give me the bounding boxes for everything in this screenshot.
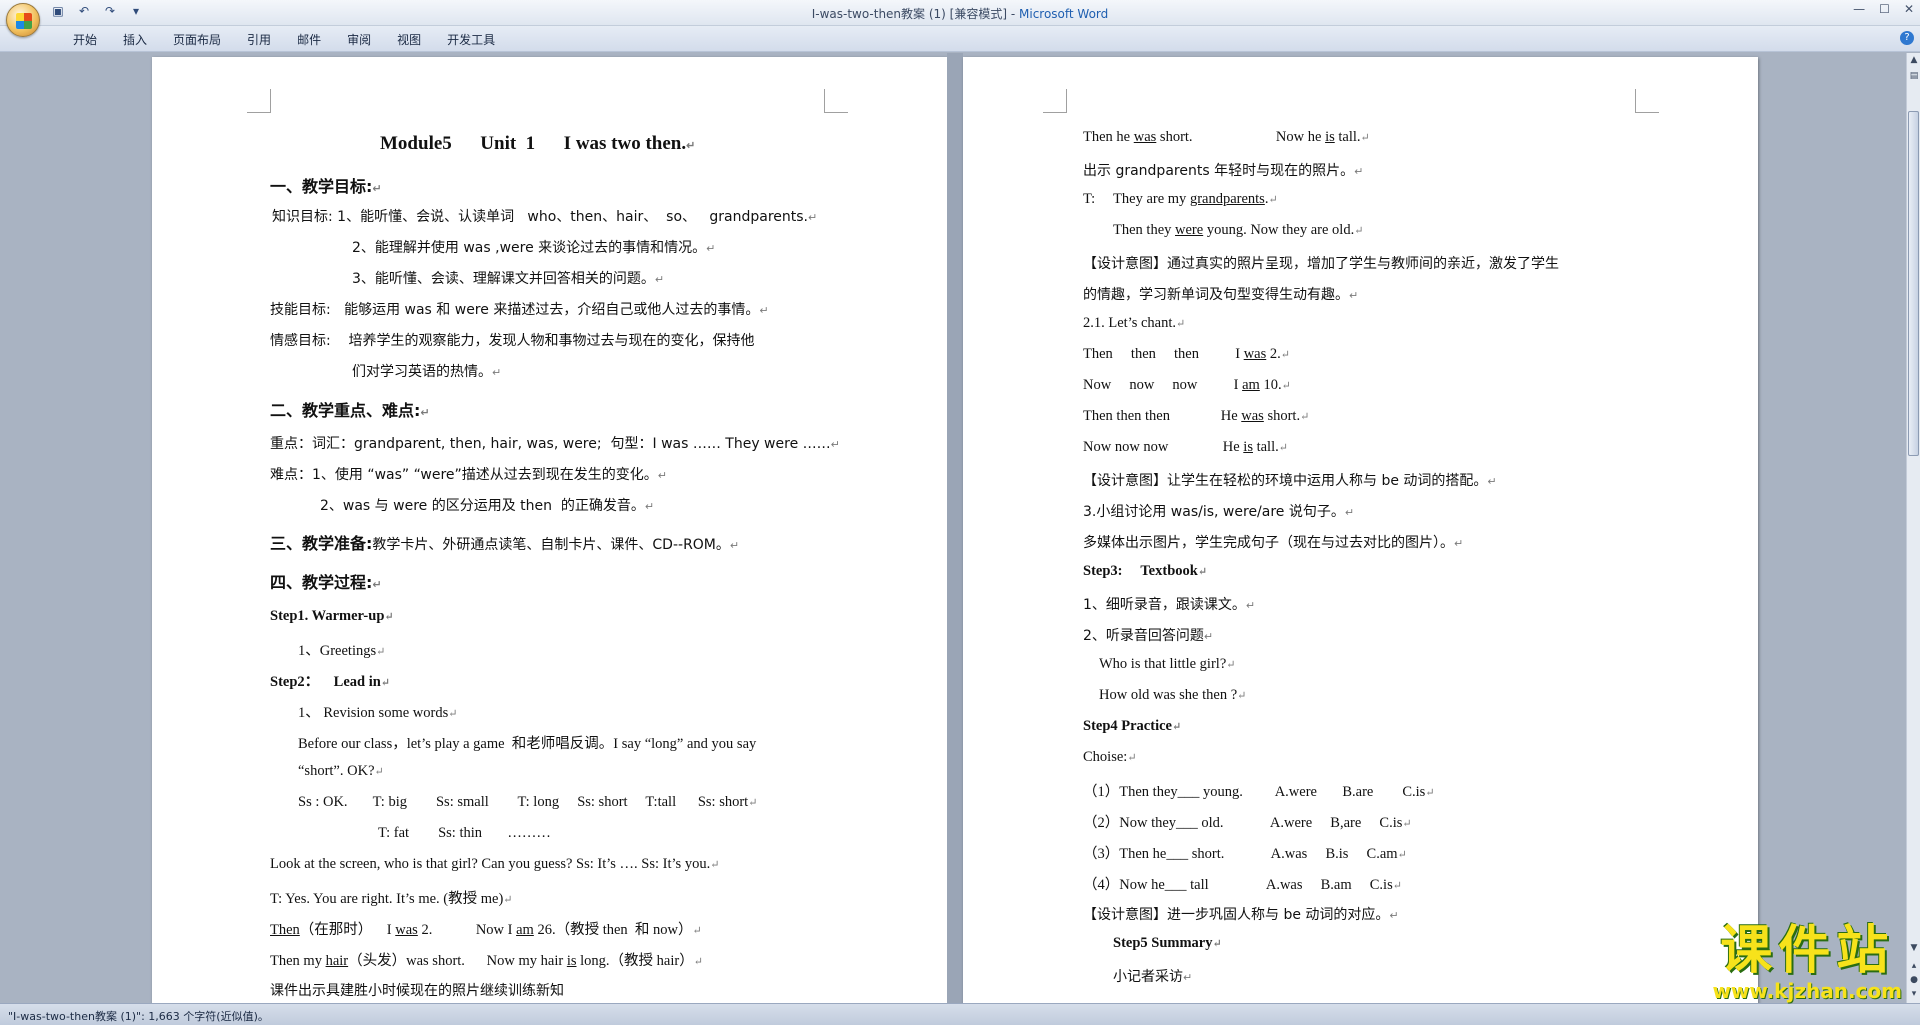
- tab-page-layout[interactable]: 页面布局: [160, 31, 234, 48]
- word-count-status[interactable]: "I-was-two-then教案 (1)": 1,663 个字符(近似值)。: [8, 1008, 269, 1024]
- heading-procedure: 四、教学过程:↵: [270, 573, 382, 592]
- text-line: Who is that little girl?↵: [1099, 656, 1236, 672]
- document-name: I-was-two-then教案 (1) [兼容模式] -: [811, 7, 1019, 21]
- ribbon-tab-bar: 开始 插入 页面布局 引用 邮件 审阅 视图 开发工具 ?: [0, 26, 1920, 52]
- watermark-url: www.kjzhan.com: [1712, 979, 1902, 1003]
- text-line: 1、Greetings↵: [298, 643, 386, 659]
- text-line: 小记者采访↵: [1113, 969, 1193, 985]
- close-icon[interactable]: ✕: [1904, 2, 1914, 16]
- text-line: 重点：词汇：grandparent, then, hair, was, were…: [270, 436, 840, 452]
- text-line: T: They are my grandparents.↵: [1083, 191, 1278, 207]
- step-heading: Step5 Summary↵: [1113, 935, 1222, 951]
- watermark-logo: 课件站 www.kjzhan.com: [1712, 923, 1902, 1003]
- heading-key-points: 二、教学重点、难点:↵: [270, 401, 430, 420]
- step-heading: Step4 Practice↵: [1083, 718, 1182, 734]
- tab-mailings[interactable]: 邮件: [284, 31, 334, 48]
- vertical-scrollbar[interactable]: ▲ ▤ ▼ ▴ ● ▾: [1906, 53, 1920, 1003]
- text-line: Then my hair（头发）was short. Now my hair i…: [270, 953, 703, 969]
- crop-mark: [824, 89, 848, 113]
- text-line: 课件出示具建胜小时候现在的照片继续训练新知: [270, 983, 564, 999]
- text-line: Then（在那时） I was 2. Now I am 26.（教授 then …: [270, 922, 702, 938]
- text-line: 难点：1、使用 “was” “were”描述从过去到现在发生的变化。↵: [270, 467, 667, 483]
- text-line: 们对学习英语的热情。↵: [352, 364, 502, 380]
- text-line: 2.1. Let’s chant.↵: [1083, 315, 1186, 331]
- design-intent: 【设计意图】让学生在轻松的环境中运用人称与 be 动词的搭配。↵: [1083, 473, 1497, 489]
- text-line: 三、教学准备:教学卡片、外研通点读笔、自制卡片、课件、CD--ROM。↵: [270, 534, 740, 553]
- title-bar: ▣ ↶ ↷ ▾ I-was-two-then教案 (1) [兼容模式] - Mi…: [0, 0, 1920, 37]
- text-line: Then they were young. Now they are old.↵: [1113, 222, 1364, 238]
- text-line: 情感目标: 培养学生的观察能力，发现人物和事物过去与现在的变化，保持他: [270, 333, 755, 349]
- exercise-line: （4）Now he___ tall A.was B.am C.is↵: [1083, 877, 1402, 893]
- text-line: 2、听录音回答问题↵: [1083, 628, 1214, 644]
- heading-objectives: 一、教学目标:↵: [270, 177, 382, 196]
- tab-view[interactable]: 视图: [384, 31, 434, 48]
- text-line: 2、was 与 were 的区分运用及 then 的正确发音。↵: [320, 498, 655, 514]
- text-line: 多媒体出示图片，学生完成句子（现在与过去对比的图片）。↵: [1083, 535, 1464, 551]
- exercise-line: （1）Then they___ young. A.were B.are C.is…: [1083, 784, 1435, 800]
- browse-object-icon[interactable]: ●: [1907, 973, 1920, 987]
- exercise-line: （2）Now they___ old. A.were B,are C.is↵: [1083, 815, 1412, 831]
- scroll-thumb[interactable]: [1908, 111, 1919, 456]
- document-page-right[interactable]: Then he was short. Now he is tall.↵ 出示 g…: [963, 57, 1758, 1003]
- next-page-icon[interactable]: ▾: [1907, 987, 1920, 1001]
- chant-line: Then then then He was short.↵: [1083, 408, 1310, 424]
- text-line: 知识目标: 1、能听懂、会说、认读单词 who、then、hair、 so、 g…: [272, 209, 818, 225]
- tab-insert[interactable]: 插入: [110, 31, 160, 48]
- status-bar: "I-was-two-then教案 (1)": 1,663 个字符(近似值)。: [0, 1003, 1920, 1025]
- design-intent: 【设计意图】通过真实的照片呈现，增加了学生与教师间的亲近，激发了学生: [1083, 256, 1559, 272]
- chant-line: Now now now I am 10.↵: [1083, 377, 1291, 393]
- text-line: 出示 grandparents 年轻时与现在的照片。↵: [1083, 163, 1364, 179]
- prev-page-icon[interactable]: ▴: [1907, 959, 1920, 973]
- tab-home[interactable]: 开始: [60, 31, 110, 48]
- ruler-toggle-icon[interactable]: ▤: [1907, 69, 1920, 83]
- scroll-up-icon[interactable]: ▲: [1907, 53, 1920, 67]
- design-intent: 【设计意图】进一步巩固人称与 be 动词的对应。↵: [1083, 907, 1399, 923]
- text-line: 的情趣，学习新单词及句型变得生动有趣。↵: [1083, 287, 1359, 303]
- window-controls: — ☐ ✕: [1853, 2, 1914, 16]
- text-line: How old was she then ?↵: [1099, 687, 1247, 703]
- app-name: Microsoft Word: [1019, 7, 1109, 21]
- minimize-icon[interactable]: —: [1853, 2, 1865, 16]
- watermark-text: 课件站: [1720, 921, 1895, 981]
- tab-review[interactable]: 审阅: [334, 31, 384, 48]
- tab-developer[interactable]: 开发工具: [434, 31, 508, 48]
- heading-preparation: 三、教学准备:: [270, 534, 373, 553]
- exercise-line: （3）Then he___ short. A.was B.is C.am↵: [1083, 846, 1407, 862]
- text-line: Look at the screen, who is that girl? Ca…: [270, 856, 720, 872]
- scroll-down-icon[interactable]: ▼: [1907, 941, 1920, 955]
- crop-mark: [1043, 89, 1067, 113]
- text-line: Choise:↵: [1083, 749, 1137, 765]
- step-heading: Step3: Textbook↵: [1083, 563, 1208, 579]
- text-line: T: Yes. You are right. It’s me. (教授 me)↵: [270, 891, 513, 907]
- chant-line: Then then then I was 2.↵: [1083, 346, 1290, 362]
- office-button[interactable]: [6, 3, 40, 37]
- text-line: Ss : OK. T: big Ss: small T: long Ss: sh…: [298, 794, 758, 810]
- text-line: “short”. OK?↵: [298, 763, 384, 779]
- text-line: 2、能理解并使用 was ,were 来谈论过去的事情和情况。↵: [352, 240, 716, 256]
- text-line: Then he was short. Now he is tall.↵: [1083, 129, 1370, 145]
- text-line: 3.小组讨论用 was/is, were/are 说句子。↵: [1083, 504, 1355, 520]
- tab-references[interactable]: 引用: [234, 31, 284, 48]
- document-workspace: Module5 Unit 1 I was two then.↵ 一、教学目标:↵…: [0, 53, 1906, 1003]
- text-line: 1、细听录音，跟读课文。↵: [1083, 597, 1256, 613]
- help-icon[interactable]: ?: [1900, 31, 1914, 45]
- window-title: I-was-two-then教案 (1) [兼容模式] - Microsoft …: [0, 5, 1920, 22]
- step-heading: Step1. Warmer-up↵: [270, 608, 394, 624]
- crop-mark: [247, 89, 271, 113]
- text-line: 3、能听懂、会读、理解课文并回答相关的问题。↵: [352, 271, 665, 287]
- text-line: 1、 Revision some words↵: [298, 705, 458, 721]
- page-divider: [947, 53, 963, 1003]
- crop-mark: [1635, 89, 1659, 113]
- text-line: T: fat Ss: thin ………: [378, 825, 551, 841]
- chant-line: Now now now He is tall.↵: [1083, 439, 1288, 455]
- document-page-left[interactable]: Module5 Unit 1 I was two then.↵ 一、教学目标:↵…: [152, 57, 947, 1003]
- document-title: Module5 Unit 1 I was two then.↵: [380, 133, 696, 154]
- text-line: Before our class，let’s play a game 和老师唱反…: [298, 736, 757, 752]
- text-line: 技能目标: 能够运用 was 和 were 来描述过去，介绍自己或他人过去的事情…: [270, 302, 769, 318]
- maximize-icon[interactable]: ☐: [1879, 2, 1890, 16]
- step-heading: Step2： Lead in↵: [270, 674, 391, 690]
